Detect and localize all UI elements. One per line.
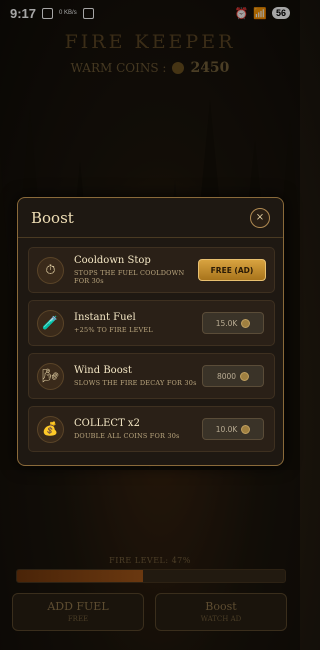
add-fuel-sub: FREE: [67, 615, 89, 623]
stopwatch-icon: ⏱: [37, 256, 64, 284]
coin-icon: [241, 424, 251, 434]
boost-modal: Boost × ⏱ Cooldown Stop STOPS THE FUEL C…: [17, 197, 284, 466]
boost-item-desc: SLOWS THE FIRE DECAY FOR 30s: [74, 378, 197, 387]
add-fuel-button[interactable]: ADD FUEL FREE: [12, 593, 144, 631]
boost-item-cooldown-stop: ⏱ Cooldown Stop STOPS THE FUEL COOLDOWN …: [28, 247, 275, 293]
boost-item-name: Instant Fuel: [74, 311, 136, 323]
boost-button[interactable]: Boost WATCH AD: [155, 593, 287, 631]
fire-level-fill: [17, 570, 143, 582]
coin-icon: [240, 371, 250, 381]
modal-header: Boost ×: [18, 198, 283, 238]
modal-title: Boost: [31, 208, 74, 227]
boost-item-instant-fuel: 🧪 Instant Fuel +25% TO FIRE LEVEL 15.0K: [28, 300, 275, 346]
boost-item-wind-boost: 🌬 Wind Boost SLOWS THE FIRE DECAY FOR 30…: [28, 353, 275, 399]
boost-item-desc: DOUBLE ALL COINS FOR 30s: [74, 431, 180, 440]
fire-level-bar: [16, 569, 286, 583]
money-bag-icon: 💰: [37, 415, 64, 443]
price-label: 10.0K: [215, 424, 238, 434]
boost-item-collect-x2: 💰 COLLECT x2 DOUBLE ALL COINS FOR 30s 10…: [28, 406, 275, 452]
close-button[interactable]: ×: [250, 207, 270, 228]
boost-item-desc: +25% TO FIRE LEVEL: [74, 325, 153, 334]
buy-collect-x2-button[interactable]: 10.0K: [202, 418, 264, 440]
wind-icon: 🌬: [37, 362, 64, 390]
boost-item-desc: STOPS THE FUEL COOLDOWN FOR 30s: [74, 268, 185, 285]
free-ad-button[interactable]: FREE (AD): [198, 259, 266, 281]
coin-icon: [241, 318, 251, 328]
add-fuel-label: ADD FUEL: [47, 600, 109, 613]
boost-item-name: COLLECT x2: [74, 417, 140, 429]
fuel-potion-icon: 🧪: [37, 309, 64, 337]
boost-item-name: Wind Boost: [74, 364, 132, 376]
boost-label: Boost: [205, 600, 237, 613]
price-label: 8000: [216, 371, 237, 381]
fire-level-label: FIRE LEVEL: 47%: [109, 556, 191, 565]
price-label: 15.0K: [215, 318, 238, 328]
boost-sub: WATCH AD: [200, 615, 242, 623]
buy-wind-boost-button[interactable]: 8000: [202, 365, 264, 387]
buy-instant-fuel-button[interactable]: 15.0K: [202, 312, 264, 334]
boost-item-name: Cooldown Stop: [74, 254, 151, 266]
